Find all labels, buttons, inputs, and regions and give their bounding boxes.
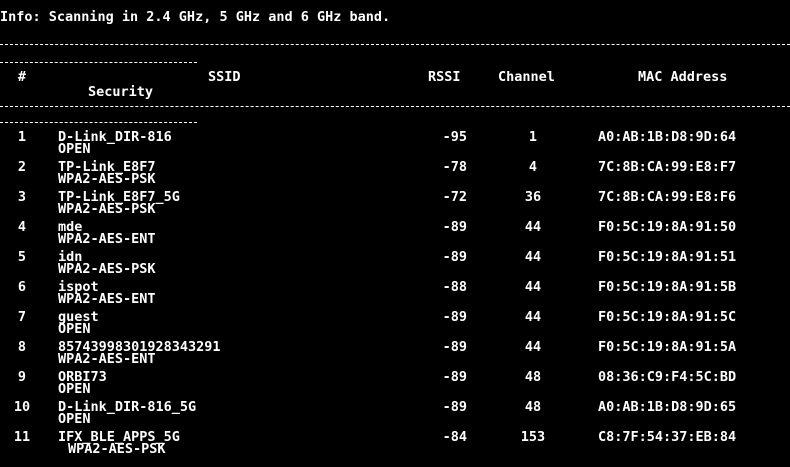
row-channel: 36	[524, 189, 542, 205]
row-channel: 44	[524, 309, 542, 325]
row-num: 2	[17, 159, 27, 175]
row-security: OPEN	[58, 321, 91, 337]
header-channel: Channel	[498, 69, 555, 85]
header-ssid: SSID	[208, 69, 241, 85]
row-channel: 1	[528, 129, 538, 145]
header-mac: MAC Address	[638, 69, 728, 85]
row-rssi: -89	[442, 249, 467, 265]
row-rssi: -72	[442, 189, 467, 205]
row-rssi: -89	[442, 369, 467, 385]
row-num: 4	[17, 219, 27, 235]
row-security: WPA2-AES-PSK	[58, 261, 156, 277]
row-rssi: -89	[442, 309, 467, 325]
row-security: OPEN	[58, 381, 91, 397]
row-channel: 44	[524, 249, 542, 265]
row-channel: 4	[528, 159, 538, 175]
row-mac: F0:5C:19:8A:91:51	[598, 249, 737, 265]
row-mac: C8:7F:54:37:EB:84	[598, 429, 737, 445]
row-num: 9	[17, 369, 27, 385]
header-num: #	[17, 69, 27, 85]
row-security: OPEN	[58, 411, 91, 427]
row-security: WPA2-AES-ENT	[58, 291, 156, 307]
row-mac: 08:36:C9:F4:5C:BD	[598, 369, 737, 385]
row-channel: 44	[524, 279, 542, 295]
header-security: Security	[88, 84, 154, 100]
row-mac: F0:5C:19:8A:91:5B	[598, 279, 737, 295]
row-rssi: -89	[442, 219, 467, 235]
row-channel: 48	[524, 369, 542, 385]
row-security: WPA2-AES-PSK	[58, 201, 156, 217]
row-mac: 7C:8B:CA:99:E8:F6	[598, 189, 737, 205]
separator-top-long	[0, 44, 790, 45]
separator-mid-long	[0, 106, 790, 107]
row-security: OPEN	[58, 141, 91, 157]
header-rssi: RSSI	[428, 69, 461, 85]
row-channel: 44	[524, 219, 542, 235]
row-channel: 153	[520, 429, 546, 445]
row-num: 3	[17, 189, 27, 205]
row-mac: F0:5C:19:8A:91:50	[598, 219, 737, 235]
row-rssi: -89	[442, 339, 467, 355]
row-num: 11	[13, 429, 31, 445]
row-num: 7	[17, 309, 27, 325]
separator-mid-short	[0, 122, 197, 123]
row-num: 8	[17, 339, 27, 355]
row-channel: 48	[524, 399, 542, 415]
row-security: WPA2-AES-PSK	[68, 441, 166, 457]
row-num: 5	[17, 249, 27, 265]
row-security: WPA2-AES-ENT	[58, 231, 156, 247]
row-rssi: -95	[442, 129, 467, 145]
row-rssi: -88	[442, 279, 467, 295]
row-num: 6	[17, 279, 27, 295]
row-rssi: -89	[442, 399, 467, 415]
row-security: WPA2-AES-PSK	[58, 171, 156, 187]
row-mac: 7C:8B:CA:99:E8:F7	[598, 159, 737, 175]
row-mac: A0:AB:1B:D8:9D:64	[598, 129, 737, 145]
row-rssi: -78	[442, 159, 467, 175]
separator-top-short	[0, 62, 197, 63]
row-rssi: -84	[442, 429, 467, 445]
row-mac: A0:AB:1B:D8:9D:65	[598, 399, 737, 415]
row-num: 10	[13, 399, 31, 415]
row-mac: F0:5C:19:8A:91:5C	[598, 309, 737, 325]
row-channel: 44	[524, 339, 542, 355]
row-num: 1	[17, 129, 27, 145]
info-line: Info: Scanning in 2.4 GHz, 5 GHz and 6 G…	[0, 9, 391, 25]
row-security: WPA2-AES-ENT	[58, 351, 156, 367]
row-mac: F0:5C:19:8A:91:5A	[598, 339, 737, 355]
